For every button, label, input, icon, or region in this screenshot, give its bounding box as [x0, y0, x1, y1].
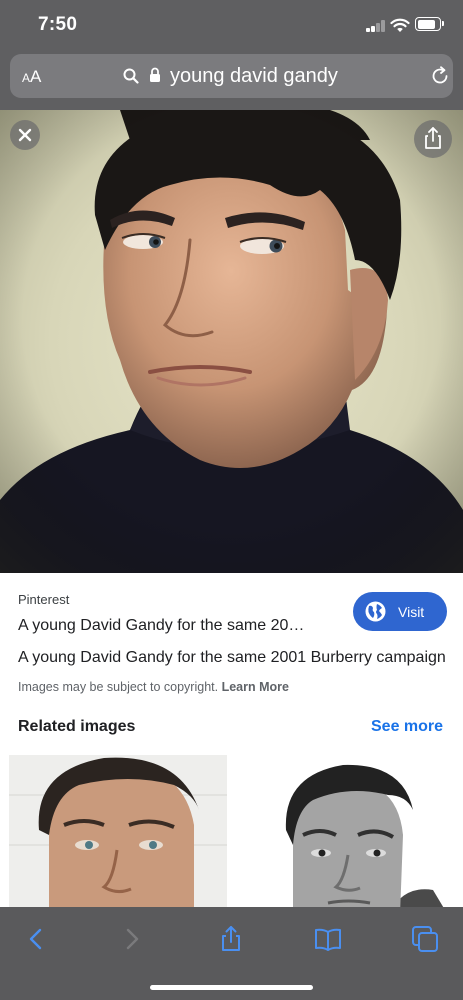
- address-area: AA young david gandy: [0, 52, 463, 110]
- battery-level: [417, 19, 435, 29]
- image-source: Pinterest: [18, 592, 70, 607]
- signal-icon: [366, 20, 386, 32]
- related-image-1: [9, 755, 227, 915]
- close-icon: [18, 128, 32, 142]
- image-description: A young David Gandy for the same 2001 Bu…: [18, 649, 446, 666]
- lock-icon: [150, 67, 160, 82]
- globe-icon: [365, 601, 386, 622]
- tabs-icon[interactable]: [411, 925, 439, 953]
- copyright-text: Images may be subject to copyright.: [18, 680, 219, 694]
- hero-image[interactable]: [0, 110, 463, 573]
- related-image-thumbnail[interactable]: [238, 755, 456, 915]
- forward-icon[interactable]: [118, 925, 146, 953]
- share-icon: [425, 127, 441, 149]
- image-title[interactable]: A young David Gandy for the same 20…: [18, 617, 318, 635]
- related-image-thumbnail[interactable]: [9, 755, 227, 915]
- visit-label: Visit: [398, 604, 425, 620]
- status-bar: 7:50: [0, 0, 463, 52]
- wifi-icon: [390, 18, 410, 32]
- close-button[interactable]: [10, 120, 40, 150]
- status-time: 7:50: [38, 14, 78, 35]
- visit-button[interactable]: Visit: [353, 592, 447, 631]
- related-images-heading: Related images: [18, 718, 136, 735]
- battery-icon: [415, 17, 444, 31]
- copyright-notice: Images may be subject to copyright. Lear…: [18, 680, 289, 694]
- search-icon: [123, 68, 139, 84]
- text-size-button[interactable]: AA: [22, 67, 41, 87]
- back-icon[interactable]: [22, 925, 50, 953]
- bookmarks-icon[interactable]: [314, 925, 342, 953]
- see-more-link[interactable]: See more: [371, 718, 443, 736]
- portrait-image: [0, 110, 463, 573]
- home-indicator[interactable]: [150, 985, 313, 990]
- related-image-2: [238, 755, 456, 915]
- address-bar[interactable]: AA young david gandy: [10, 54, 453, 98]
- reload-icon[interactable]: [430, 66, 450, 86]
- learn-more-link[interactable]: Learn More: [222, 680, 289, 694]
- share-icon[interactable]: [217, 925, 245, 953]
- url-text[interactable]: young david gandy: [170, 65, 338, 88]
- hero-share-button[interactable]: [414, 120, 452, 158]
